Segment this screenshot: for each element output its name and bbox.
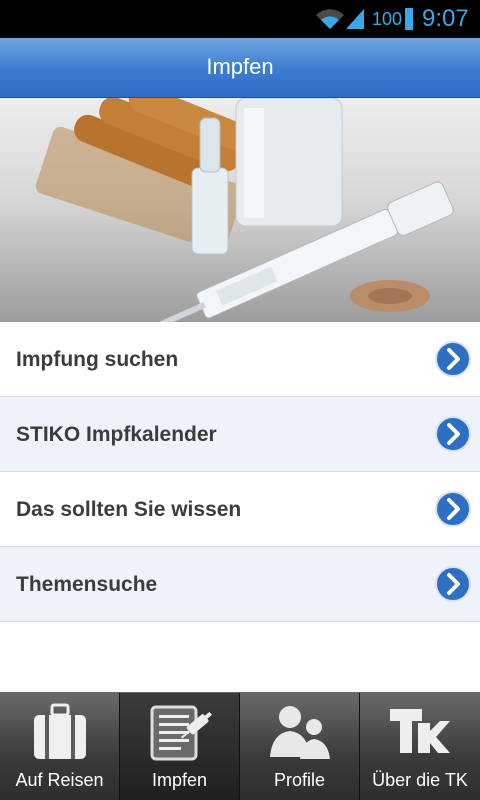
chevron-right-icon[interactable] bbox=[434, 415, 472, 453]
page-title: Impfen bbox=[206, 54, 274, 79]
battery-level: 100 bbox=[372, 9, 403, 29]
status-time: 9:07 bbox=[422, 5, 469, 32]
menu-item-stiko-impfkalender[interactable]: STIKO Impfkalender bbox=[0, 397, 480, 472]
signal-icon bbox=[346, 9, 364, 29]
menu-item-label: Das sollten Sie wissen bbox=[16, 498, 242, 521]
battery-icon bbox=[405, 8, 413, 30]
tab-impfen[interactable]: Impfen bbox=[120, 693, 240, 800]
tk-logo-icon bbox=[390, 709, 450, 753]
menu-item-impfung-suchen[interactable]: Impfung suchen bbox=[0, 322, 480, 397]
menu-item-themensuche[interactable]: Themensuche bbox=[0, 547, 480, 622]
vaccination-card-icon bbox=[150, 705, 212, 761]
tab-ueber-die-tk[interactable]: Über die TK bbox=[360, 693, 480, 800]
tab-profile[interactable]: Profile bbox=[240, 693, 360, 800]
title-bar: Impfen bbox=[0, 38, 480, 98]
menu-item-label: Impfung suchen bbox=[16, 348, 179, 371]
tab-label: Über die TK bbox=[372, 770, 468, 790]
hero-image bbox=[0, 98, 480, 322]
vaccine-photo bbox=[35, 98, 454, 322]
tab-auf-reisen[interactable]: Auf Reisen bbox=[0, 693, 120, 800]
menu-item-das-sollten-sie-wissen[interactable]: Das sollten Sie wissen bbox=[0, 472, 480, 547]
chevron-right-icon[interactable] bbox=[434, 490, 472, 528]
tab-label: Impfen bbox=[151, 770, 208, 790]
wifi-icon bbox=[316, 9, 344, 29]
tab-label: Auf Reisen bbox=[15, 770, 104, 790]
suitcase-icon bbox=[34, 703, 86, 759]
profiles-icon bbox=[270, 706, 330, 759]
tab-bar: Auf Reisen Impfen Profile Über die TK bbox=[0, 692, 480, 800]
menu-item-label: STIKO Impfkalender bbox=[16, 423, 217, 446]
tab-label: Profile bbox=[273, 770, 326, 790]
chevron-right-icon[interactable] bbox=[434, 565, 472, 603]
status-bar: 100 9:07 bbox=[0, 0, 480, 38]
menu-list: Impfung suchen STIKO Impfkalender Das so… bbox=[0, 322, 480, 622]
screen: 100 9:07 Impfen Impfung suchen STIKO Imp… bbox=[0, 0, 480, 800]
menu-item-label: Themensuche bbox=[16, 573, 158, 596]
chevron-right-icon[interactable] bbox=[434, 340, 472, 378]
